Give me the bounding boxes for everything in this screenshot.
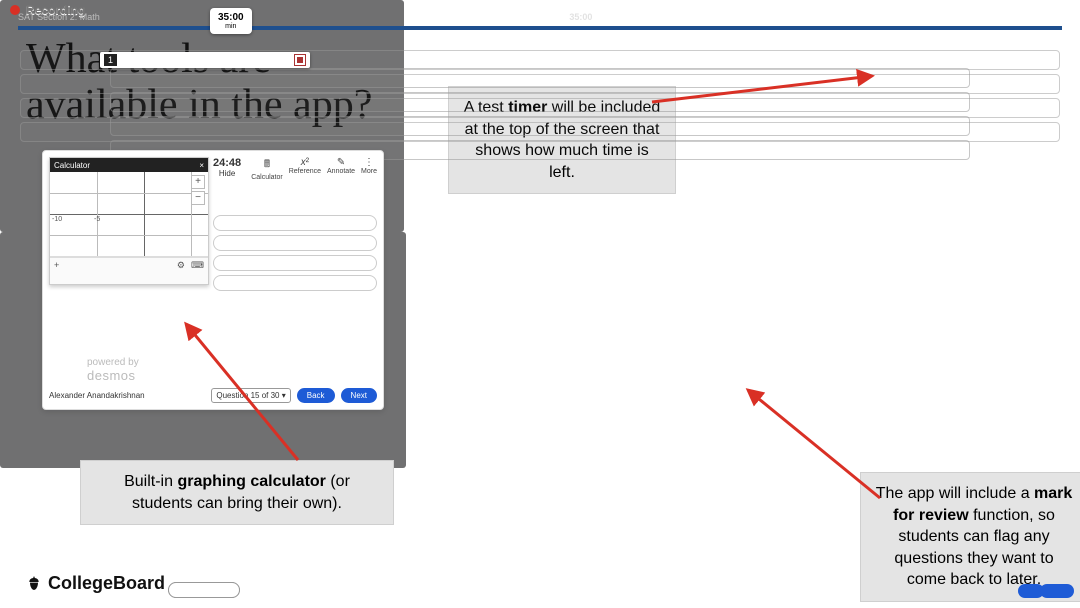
- question-header-bar: 1: [100, 52, 310, 68]
- axis-label: -5: [94, 216, 100, 223]
- calculator-toolbar: + ⚙ ⌨: [50, 257, 208, 272]
- graph-area[interactable]: -10 -5 + −: [50, 172, 208, 257]
- keypad-icon[interactable]: ⌨: [191, 260, 204, 271]
- test-pane: 24:48 Hide 🖩Calculator x²Reference ✎Anno…: [213, 157, 377, 295]
- annotate-tool-button[interactable]: ✎Annotate: [327, 157, 355, 181]
- answer-option: [110, 116, 970, 136]
- acorn-icon: [26, 576, 42, 592]
- reference-tool-button[interactable]: x²Reference: [289, 157, 321, 181]
- calculator-title: Calculator: [54, 161, 90, 170]
- axis-label: -10: [52, 216, 62, 223]
- question-selector[interactable]: Question 15 of 30 ▾: [211, 388, 290, 403]
- screenshot-calculator: Calculator × -10 -5 + − + ⚙ ⌨: [42, 150, 384, 410]
- zoom-in-button[interactable]: +: [191, 175, 205, 189]
- zoom-out-button[interactable]: −: [191, 191, 205, 205]
- close-icon[interactable]: ×: [199, 161, 204, 170]
- section-title: SAT Section 2: Math: [18, 12, 100, 22]
- settings-icon[interactable]: ⚙: [177, 260, 185, 271]
- calculator-panel[interactable]: Calculator × -10 -5 + − + ⚙ ⌨: [49, 157, 209, 285]
- answer-option[interactable]: [213, 235, 377, 251]
- more-tool-button[interactable]: ⋮More: [361, 157, 377, 181]
- question-number: 1: [104, 54, 117, 66]
- collegeboard-logo: CollegeBoard: [26, 573, 165, 594]
- bookmark-icon[interactable]: [294, 54, 306, 66]
- answer-option[interactable]: [213, 215, 377, 231]
- test-timer: 24:48 Hide: [213, 157, 241, 178]
- student-name: Alexander Anandakrishnan: [49, 391, 145, 400]
- answer-option[interactable]: [213, 275, 377, 291]
- add-expression-button[interactable]: +: [54, 260, 59, 270]
- back-button[interactable]: Back: [297, 388, 335, 403]
- answer-option: [110, 92, 970, 112]
- answer-option: [110, 68, 970, 88]
- desmos-credit: powered by desmos: [87, 357, 139, 383]
- calculator-tool-button[interactable]: 🖩Calculator: [251, 157, 283, 181]
- answer-option[interactable]: [213, 255, 377, 271]
- question-selector[interactable]: [168, 582, 240, 598]
- next-button[interactable]: [1040, 584, 1070, 598]
- next-button[interactable]: Next: [341, 388, 377, 403]
